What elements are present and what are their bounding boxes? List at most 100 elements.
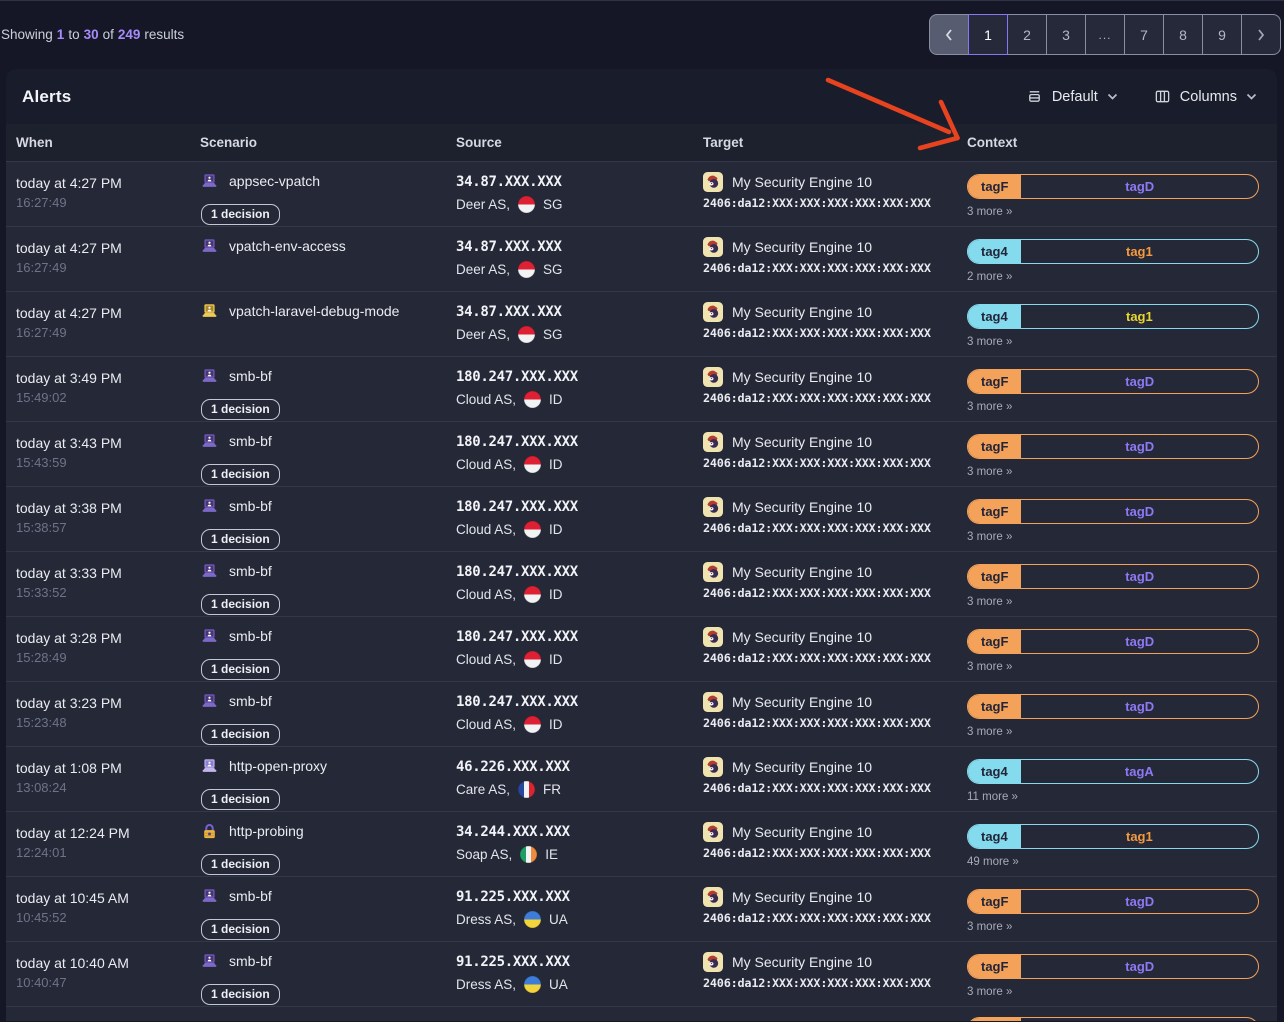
context-pill[interactable]: tag4 tag1	[967, 239, 1259, 264]
security-engine-icon	[703, 692, 723, 712]
tag-left: tagF	[968, 500, 1021, 523]
alert-time-relative: today at 10:40 AM	[16, 955, 190, 971]
table-row[interactable]: today at 4:27 PM 16:27:49	[6, 162, 1277, 227]
laptop-purple-icon	[200, 562, 219, 586]
context-cell: tagF tagD 3 more »	[967, 692, 1269, 738]
page-button-2[interactable]: 2	[1007, 14, 1047, 55]
context-pill[interactable]: tagF tagD	[967, 954, 1259, 979]
context-pill[interactable]: tagF tagD	[967, 174, 1259, 199]
table-row[interactable]: today at 3:33 PM 15:33:52	[6, 552, 1277, 617]
column-header-when: When	[16, 135, 200, 150]
context-pill[interactable]: tagF tagD	[967, 694, 1259, 719]
when-cell: today at 3:43 PM 15:43:59	[16, 432, 200, 470]
more-tags-link[interactable]: 3 more »	[967, 986, 1259, 998]
page-button-3[interactable]: 3	[1046, 14, 1086, 55]
context-cell: tagF tagD 3 more »	[967, 887, 1269, 933]
more-tags-link[interactable]: 3 more »	[967, 921, 1259, 933]
more-tags-link[interactable]: 3 more »	[967, 401, 1259, 413]
scenario-cell: smb-bf 1 decision	[200, 367, 456, 420]
context-pill[interactable]: tagF tagD	[967, 369, 1259, 394]
more-tags-link[interactable]: 3 more »	[967, 531, 1259, 543]
source-as-name: Dress AS,	[456, 977, 516, 992]
target-cell: My Security Engine 10 2406:da12:XXX:XXX:…	[703, 497, 967, 535]
table-row[interactable]: today at 3:28 PM 15:28:49	[6, 617, 1277, 682]
decision-badge: 1 decision	[201, 659, 280, 680]
when-cell: today at 1:08 PM 13:08:24	[16, 757, 200, 795]
source-cell: 91.225.XXX.XXX Dress AS, UA	[456, 887, 703, 928]
page-button-9[interactable]: 9	[1202, 14, 1242, 55]
context-pill[interactable]: tagF tagD	[967, 889, 1259, 914]
next-page-button[interactable]	[1241, 14, 1281, 55]
table-row[interactable]: today at 1:08 PM 13:08:24	[6, 747, 1277, 812]
context-pill[interactable]: tagF tagD	[967, 1017, 1259, 1021]
table-row[interactable]: today at 3:38 PM 15:38:57	[6, 487, 1277, 552]
page-button-7[interactable]: 7	[1124, 14, 1164, 55]
country-code: FR	[543, 782, 561, 797]
alert-time-exact: 10:45:52	[16, 910, 190, 925]
table-row[interactable]: today at 10:45 AM 10:45:52	[6, 877, 1277, 942]
laptop-lilac-icon	[200, 757, 219, 781]
source-cell: 34.244.XXX.XXX Soap AS, IE	[456, 822, 703, 863]
target-ipv6: 2406:da12:XXX:XXX:XXX:XXX:XXX:XXX	[703, 326, 957, 340]
table-row[interactable]: today at 4:27 PM 16:27:49	[6, 227, 1277, 292]
tag-right: tagD	[1021, 890, 1258, 913]
source-cell: 180.247.XXX.XXX Cloud AS, ID	[456, 692, 703, 733]
laptop-purple-icon	[200, 172, 219, 196]
security-engine-icon	[703, 302, 723, 322]
columns-selector-dropdown[interactable]: Columns	[1154, 88, 1257, 105]
tag-left: tagF	[968, 695, 1021, 718]
context-pill[interactable]: tag4 tag1	[967, 304, 1259, 329]
laptop-purple-icon	[200, 432, 219, 456]
context-pill[interactable]: tagF tagD	[967, 499, 1259, 524]
more-tags-link[interactable]: 3 more »	[967, 336, 1259, 348]
rows-layout-icon	[1026, 88, 1043, 105]
table-row[interactable]: today at 12:24 PM 12:24:01	[6, 812, 1277, 877]
page-button-8[interactable]: 8	[1163, 14, 1203, 55]
decision-badge: 1 decision	[201, 399, 280, 420]
target-name: My Security Engine 10	[732, 174, 872, 190]
partial-row[interactable]: tagF tagD	[6, 1007, 1277, 1021]
target-ipv6: 2406:da12:XXX:XXX:XXX:XXX:XXX:XXX	[703, 196, 957, 210]
source-cell: 46.226.XXX.XXX Care AS, FR	[456, 757, 703, 798]
results-from: 1	[57, 27, 65, 42]
target-ipv6: 2406:da12:XXX:XXX:XXX:XXX:XXX:XXX	[703, 976, 957, 990]
more-tags-link[interactable]: 3 more »	[967, 726, 1259, 738]
more-tags-link[interactable]: 3 more »	[967, 661, 1259, 673]
scenario-cell: smb-bf 1 decision	[200, 692, 456, 745]
context-pill[interactable]: tag4 tagA	[967, 759, 1259, 784]
more-tags-link[interactable]: 2 more »	[967, 271, 1259, 283]
context-pill[interactable]: tag4 tag1	[967, 824, 1259, 849]
target-name: My Security Engine 10	[732, 564, 872, 580]
table-row[interactable]: today at 3:49 PM 15:49:02	[6, 357, 1277, 422]
scenario-name: appsec-vpatch	[229, 173, 320, 191]
security-engine-icon	[703, 432, 723, 452]
table-row[interactable]: today at 3:43 PM 15:43:59	[6, 422, 1277, 487]
context-pill[interactable]: tagF tagD	[967, 564, 1259, 589]
more-tags-link[interactable]: 49 more »	[967, 856, 1259, 868]
table-row[interactable]: today at 10:40 AM 10:40:47	[6, 942, 1277, 1007]
context-cell: tag4 tag1 2 more »	[967, 237, 1269, 283]
scenario-cell: http-probing 1 decision	[200, 822, 456, 875]
scenario-name: smb-bf	[229, 693, 272, 711]
tag-right: tagD	[1021, 175, 1258, 198]
more-tags-link[interactable]: 3 more »	[967, 466, 1259, 478]
table-row[interactable]: today at 4:27 PM 16:27:49	[6, 292, 1277, 357]
more-tags-link[interactable]: 11 more »	[967, 791, 1259, 803]
tag-left: tagF	[968, 175, 1021, 198]
scenario-cell: smb-bf 1 decision	[200, 952, 456, 1005]
prev-page-button[interactable]	[929, 14, 969, 55]
target-name: My Security Engine 10	[732, 304, 872, 320]
page-button-1[interactable]: 1	[968, 14, 1008, 55]
results-total: 249	[118, 27, 141, 42]
view-selector-dropdown[interactable]: Default	[1026, 88, 1118, 105]
more-tags-link[interactable]: 3 more »	[967, 596, 1259, 608]
target-name: My Security Engine 10	[732, 889, 872, 905]
scenario-cell: vpatch-laravel-debug-mode	[200, 302, 456, 326]
target-cell: My Security Engine 10 2406:da12:XXX:XXX:…	[703, 562, 967, 600]
target-cell: My Security Engine 10 2406:da12:XXX:XXX:…	[703, 887, 967, 925]
source-as-name: Cloud AS,	[456, 652, 516, 667]
table-row[interactable]: today at 3:23 PM 15:23:48	[6, 682, 1277, 747]
context-pill[interactable]: tagF tagD	[967, 434, 1259, 459]
more-tags-link[interactable]: 3 more »	[967, 206, 1259, 218]
context-pill[interactable]: tagF tagD	[967, 629, 1259, 654]
